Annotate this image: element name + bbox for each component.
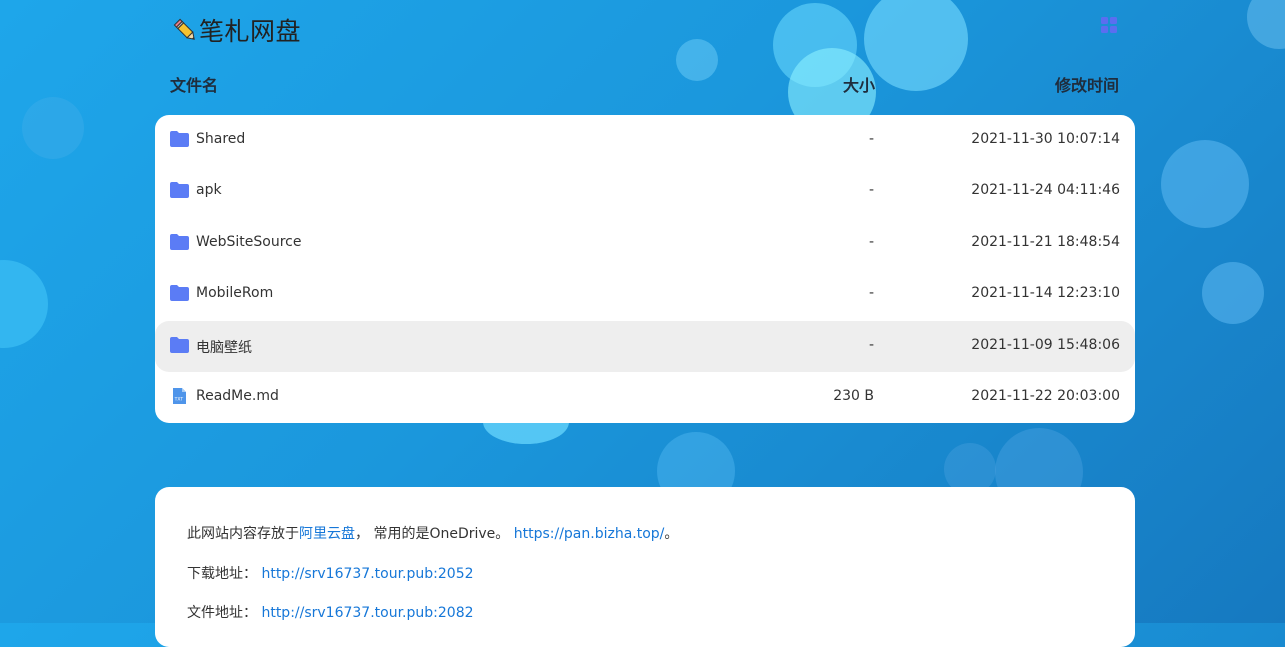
download-link[interactable]: http://srv16737.tour.pub:2052 [261,566,473,582]
file-modified: 2021-11-24 04:11:46 [971,182,1120,198]
column-modified-header[interactable]: 修改时间 [1055,72,1119,96]
background-bubble [0,260,48,348]
file-row[interactable]: TXT ReadMe.md 230 B 2021-11-22 20:03:00 [155,372,1135,423]
readme-text: ， 常用的是OneDrive。 [355,526,514,542]
files-link[interactable]: http://srv16737.tour.pub:2082 [261,605,473,621]
file-size: - [868,337,874,353]
site-title: 笔札网盘 [199,17,302,46]
file-name[interactable]: 电脑壁纸 [196,337,252,357]
file-size: - [868,182,874,198]
file-size: - [868,234,874,250]
background-bubble [22,97,84,159]
folder-icon [170,131,189,147]
file-row[interactable]: 电脑壁纸 - 2021-11-09 15:48:06 [155,321,1135,372]
readme-panel: 此网站内容存放于阿里云盘， 常用的是OneDrive。 https://pan.… [155,487,1135,647]
file-row[interactable]: apk - 2021-11-24 04:11:46 [155,166,1135,217]
file-modified: 2021-11-14 12:23:10 [971,285,1120,301]
file-modified: 2021-11-21 18:48:54 [971,234,1120,250]
folder-icon [170,234,189,250]
readme-text: 。 [664,526,679,542]
file-modified: 2021-11-09 15:48:06 [971,337,1120,353]
aliyun-drive-link[interactable]: 阿里云盘 [299,526,355,542]
readme-line-files: 文件地址： http://srv16737.tour.pub:2082 [187,602,474,622]
file-size: - [868,285,874,301]
file-name[interactable]: WebSiteSource [196,234,302,250]
column-size-header[interactable]: 大小 [843,72,875,96]
folder-icon [170,182,189,198]
onedrive-link[interactable]: https://pan.bizha.top/ [514,526,665,542]
column-name-header[interactable]: 文件名 [170,72,218,96]
text-file-icon: TXT [173,388,186,404]
file-row[interactable]: MobileRom - 2021-11-14 12:23:10 [155,269,1135,320]
file-modified: 2021-11-30 10:07:14 [971,131,1120,147]
file-name[interactable]: ReadMe.md [196,388,279,404]
header: 笔札网盘 [172,12,1119,48]
pencil-icon [173,18,195,40]
svg-text:TXT: TXT [174,397,184,403]
file-row[interactable]: Shared - 2021-11-30 10:07:14 [155,115,1135,166]
background-bubble [1202,262,1264,324]
file-list: Shared - 2021-11-30 10:07:14 apk - 2021-… [155,115,1135,423]
file-name[interactable]: MobileRom [196,285,273,301]
file-row[interactable]: WebSiteSource - 2021-11-21 18:48:54 [155,218,1135,269]
file-size: - [868,131,874,147]
column-headers: 文件名 大小 修改时间 [170,72,1120,96]
readme-line-storage: 此网站内容存放于阿里云盘， 常用的是OneDrive。 https://pan.… [187,523,678,543]
readme-line-download: 下载地址： http://srv16737.tour.pub:2052 [187,563,474,583]
readme-text: 此网站内容存放于 [187,526,299,542]
grid-view-icon[interactable] [1101,17,1117,33]
background-bubble [1247,0,1285,49]
folder-icon [170,285,189,301]
file-name[interactable]: apk [196,182,222,198]
download-label: 下载地址： [187,566,262,582]
files-label: 文件地址： [187,605,262,621]
file-modified: 2021-11-22 20:03:00 [971,388,1120,404]
folder-icon [170,337,189,353]
site-logo[interactable]: 笔札网盘 [172,12,301,48]
file-size: 230 B [833,388,874,404]
background-bubble [1161,140,1249,228]
file-name[interactable]: Shared [196,131,245,147]
